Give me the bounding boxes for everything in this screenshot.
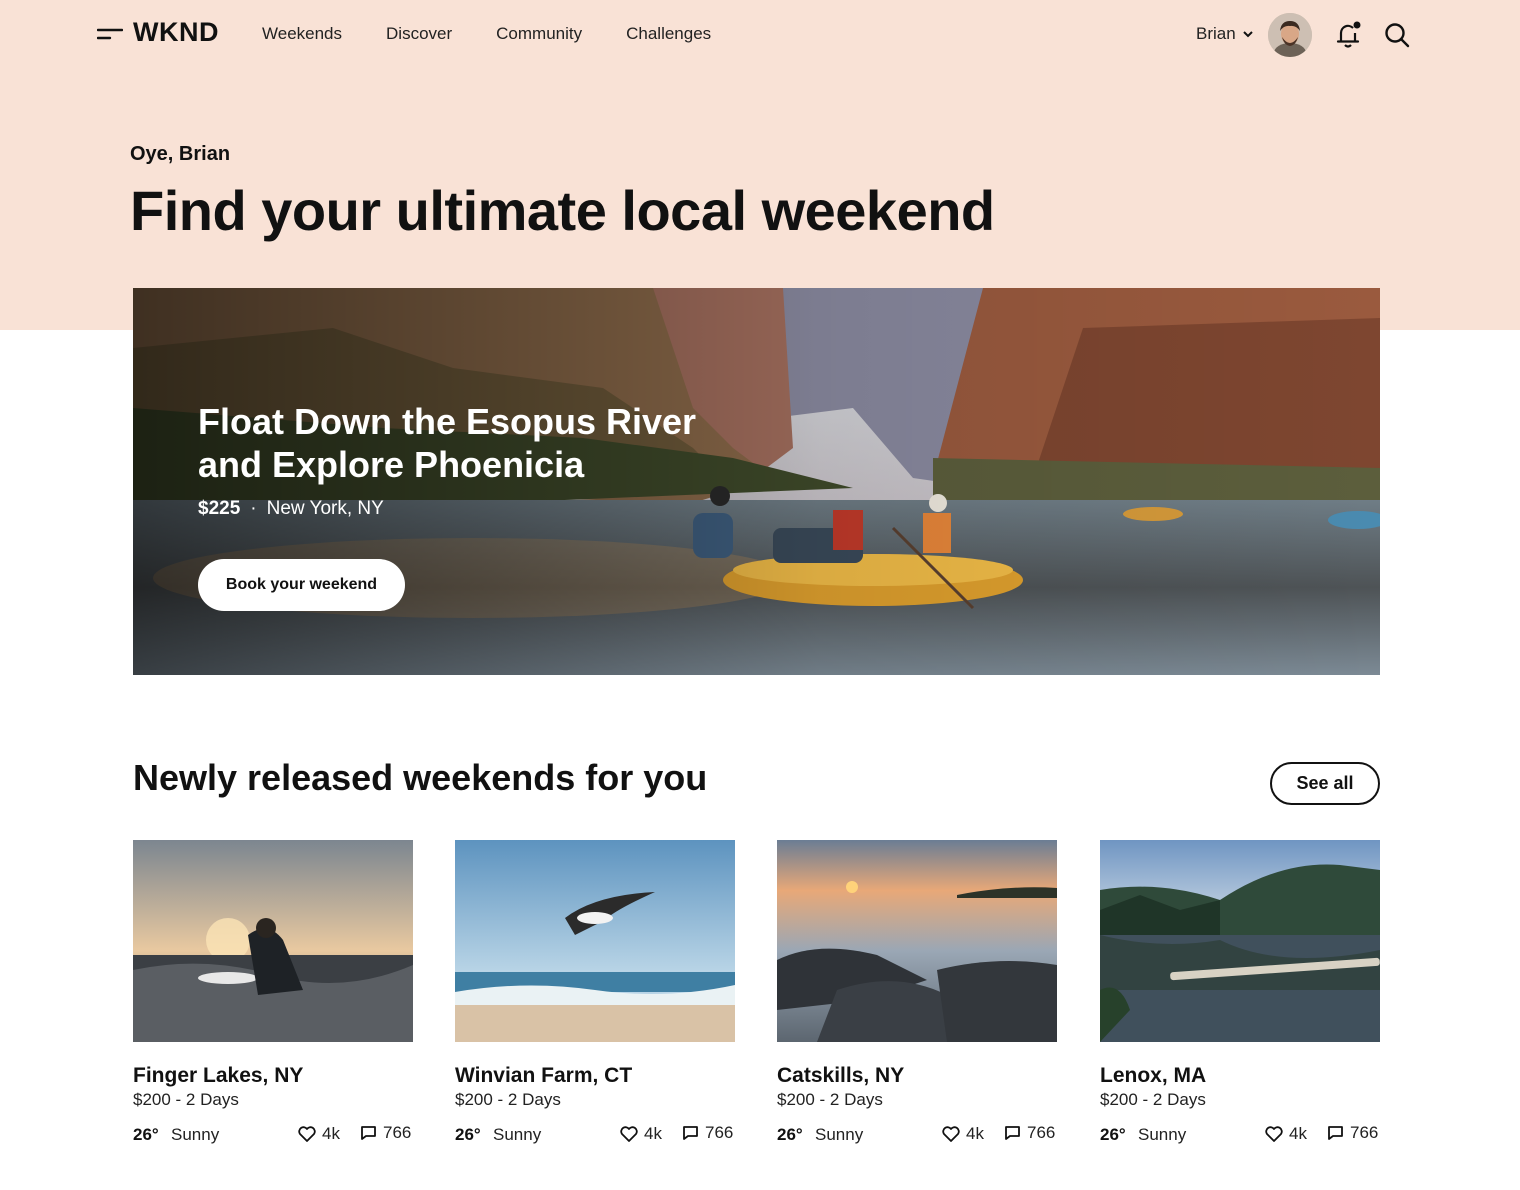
card-title: Winvian Farm, CT	[455, 1064, 633, 1087]
card-subtitle: $200 - 2 Days	[1100, 1090, 1206, 1109]
main-nav-links: Weekends Discover Community Challenges	[262, 24, 755, 44]
weekend-card-catskills[interactable]: Catskills, NY $200 - 2 Days 26° Sunny 4k…	[777, 840, 1057, 1150]
card-image-surfer	[133, 840, 413, 1042]
greeting: Oye, Brian	[130, 143, 231, 165]
card-likes-count: 4k	[1289, 1124, 1307, 1143]
card-likes[interactable]: 4k	[1265, 1124, 1307, 1144]
comment-icon	[1005, 1126, 1020, 1140]
card-likes-count: 4k	[644, 1124, 662, 1143]
card-title: Catskills, NY	[777, 1064, 905, 1087]
book-weekend-button[interactable]: Book your weekend	[198, 559, 405, 611]
card-comments-count: 766	[1027, 1123, 1056, 1142]
hero-title: Float Down the Esopus River and Explore …	[198, 401, 697, 485]
search-icon[interactable]	[1384, 22, 1410, 48]
heart-icon	[942, 1126, 960, 1142]
comment-icon	[1328, 1126, 1343, 1140]
card-comments[interactable]: 766	[360, 1123, 411, 1143]
card-weather: Sunny	[815, 1125, 864, 1144]
featured-weekend-card: Float Down the Esopus River and Explore …	[133, 288, 1380, 675]
card-subtitle: $200 - 2 Days	[777, 1090, 883, 1109]
card-title: Lenox, MA	[1100, 1064, 1207, 1087]
hero-separator: ·	[250, 498, 257, 519]
card-temperature: 26°	[777, 1125, 803, 1144]
card-comments-count: 766	[705, 1123, 734, 1142]
card-comments[interactable]: 766	[1327, 1123, 1378, 1143]
card-likes[interactable]: 4k	[298, 1124, 340, 1144]
heart-icon	[620, 1126, 638, 1142]
card-comments-count: 766	[383, 1123, 412, 1142]
card-image-lake	[1100, 840, 1380, 1042]
weekend-card-finger-lakes[interactable]: Finger Lakes, NY $200 - 2 Days 26° Sunny…	[133, 840, 413, 1150]
card-temperature: 26°	[455, 1125, 481, 1144]
card-comments[interactable]: 766	[682, 1123, 733, 1143]
weekend-card-lenox[interactable]: Lenox, MA $200 - 2 Days 26° Sunny 4k 766	[1100, 840, 1380, 1150]
logo[interactable]: WKND	[133, 17, 219, 48]
user-menu[interactable]: Brian	[1196, 24, 1254, 44]
nav-link-weekends[interactable]: Weekends	[262, 24, 342, 44]
nav-link-community[interactable]: Community	[496, 24, 582, 44]
top-nav: WKND Weekends Discover Community Challen…	[0, 0, 1520, 70]
menu-icon[interactable]	[97, 26, 123, 42]
card-image-rocky-shore	[777, 840, 1057, 1042]
avatar[interactable]	[1268, 13, 1312, 57]
card-comments[interactable]: 766	[1004, 1123, 1055, 1143]
hero-location: New York, NY	[266, 498, 384, 519]
bell-icon[interactable]	[1334, 20, 1362, 50]
notification-dot	[1353, 21, 1361, 29]
comment-icon	[683, 1126, 698, 1140]
nav-link-challenges[interactable]: Challenges	[626, 24, 711, 44]
card-temperature: 26°	[133, 1125, 159, 1144]
heart-icon	[1265, 1126, 1283, 1142]
page-headline: Find your ultimate local weekend	[130, 179, 995, 242]
nav-link-discover[interactable]: Discover	[386, 24, 452, 44]
card-weather: Sunny	[1138, 1125, 1187, 1144]
user-name: Brian	[1196, 24, 1236, 43]
chevron-down-icon	[1242, 31, 1253, 38]
hero-meta: $225 · New York, NY	[198, 498, 384, 520]
card-weather: Sunny	[171, 1125, 220, 1144]
card-title: Finger Lakes, NY	[133, 1064, 304, 1087]
comment-icon	[361, 1126, 376, 1140]
heart-icon	[298, 1126, 316, 1142]
card-likes[interactable]: 4k	[942, 1124, 984, 1144]
card-likes-count: 4k	[322, 1124, 340, 1143]
card-likes-count: 4k	[966, 1124, 984, 1143]
card-image-seagull	[455, 840, 735, 1042]
card-subtitle: $200 - 2 Days	[455, 1090, 561, 1109]
see-all-button[interactable]: See all	[1270, 762, 1380, 805]
card-weather: Sunny	[493, 1125, 542, 1144]
card-likes[interactable]: 4k	[620, 1124, 662, 1144]
section-title: Newly released weekends for you	[133, 757, 708, 798]
card-comments-count: 766	[1350, 1123, 1379, 1142]
hero-price: $225	[198, 498, 241, 519]
weekend-card-winvian-farm[interactable]: Winvian Farm, CT $200 - 2 Days 26° Sunny…	[455, 840, 735, 1150]
card-subtitle: $200 - 2 Days	[133, 1090, 239, 1109]
card-temperature: 26°	[1100, 1125, 1126, 1144]
